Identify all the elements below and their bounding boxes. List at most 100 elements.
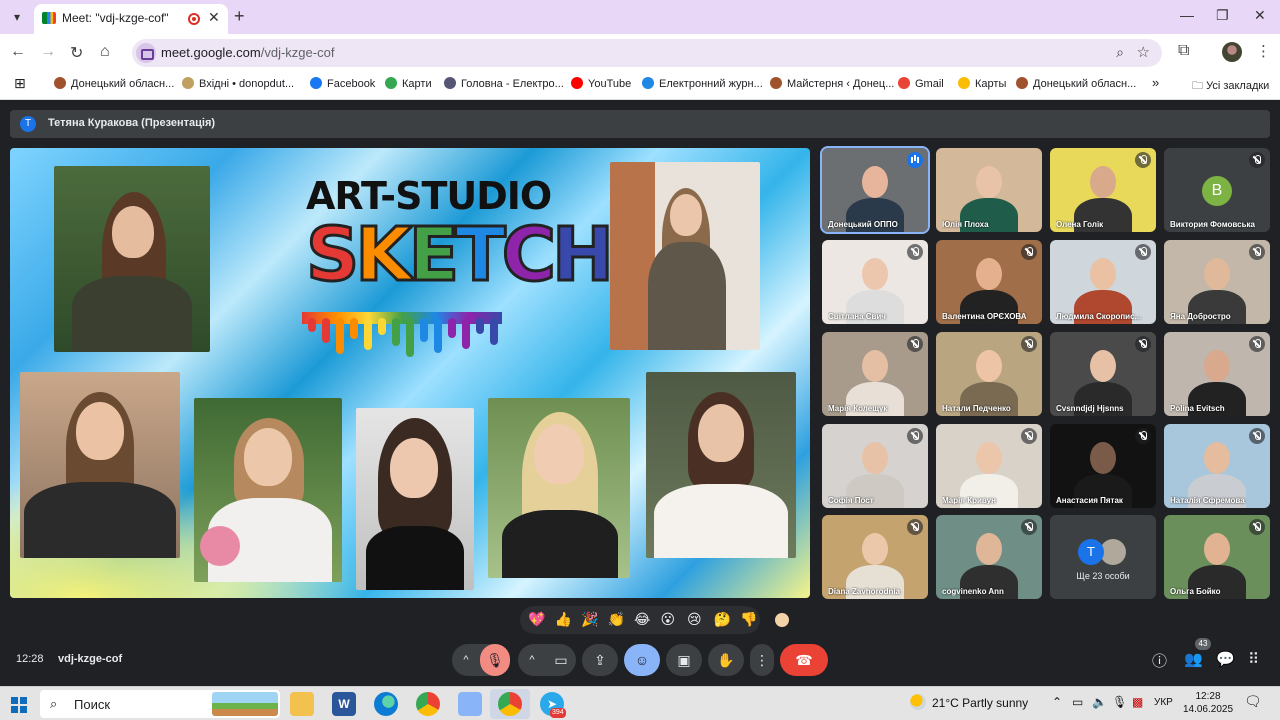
forward-icon[interactable]: → — [40, 43, 56, 61]
raise-hand-button[interactable]: ✋ — [708, 644, 744, 676]
word-icon[interactable]: W — [332, 692, 356, 716]
reaction-emoji[interactable]: 👏 — [608, 611, 625, 628]
reload-icon[interactable]: ↻ — [70, 43, 83, 63]
network-icon[interactable]: ▭ — [1072, 695, 1083, 709]
participant-tile[interactable]: Софія Пост — [822, 424, 928, 508]
profile-avatar[interactable] — [1222, 42, 1242, 62]
logo-letter: T — [454, 211, 508, 300]
reactions-button[interactable]: ☺ — [624, 644, 660, 676]
all-bookmarks-folder[interactable]: 🗀 Усі закладки — [1192, 77, 1269, 96]
participant-face — [976, 350, 1002, 382]
leave-call-button[interactable]: ☎ — [780, 644, 828, 676]
participant-tile[interactable]: В Виктория Фомовська — [1164, 148, 1270, 232]
tray-overflow-icon[interactable]: ⌃ — [1052, 695, 1062, 709]
chrome-active-icon[interactable] — [490, 689, 530, 719]
bookmark-item[interactable]: Головна - Електро... — [444, 77, 564, 90]
participant-tile[interactable]: Cvsnndjdj Hjsnns — [1050, 332, 1156, 416]
participant-tile[interactable]: Ольга Бойко — [1164, 515, 1270, 599]
activities-icon[interactable]: ⠿ — [1248, 650, 1259, 668]
participant-tile[interactable]: Юлія Плоха — [936, 148, 1042, 232]
chat-icon[interactable]: 💬 — [1216, 650, 1235, 668]
bookmark-item[interactable]: Карты — [958, 77, 1006, 90]
participant-tile[interactable]: Анастасия Пятак — [1050, 424, 1156, 508]
chrome-icon[interactable] — [416, 692, 440, 716]
taskbar-search[interactable]: ⌕ Поиск — [40, 690, 280, 718]
reaction-emoji[interactable]: 💖 — [528, 611, 545, 628]
extensions-icon[interactable]: ⧉ — [1178, 42, 1189, 60]
language-indicator[interactable]: УКР — [1154, 697, 1173, 708]
more-participants-tile[interactable]: Т Ще 23 особи — [1050, 515, 1156, 599]
close-window-icon[interactable]: ✕ — [1254, 7, 1266, 24]
mic-off-icon[interactable]: 🎙 — [480, 644, 510, 676]
participant-tile[interactable]: Світлана Євич — [822, 240, 928, 324]
windows-start-icon[interactable] — [11, 697, 27, 713]
home-icon[interactable]: ⌂ — [100, 43, 110, 61]
bookmark-item[interactable]: Вхідні • donopdut... — [182, 77, 294, 90]
participant-tile[interactable]: Diana Zavhorodnia — [822, 515, 928, 599]
participant-tile[interactable]: Polina Evitsch — [1164, 332, 1270, 416]
bookmark-item[interactable]: YouTube — [571, 77, 631, 90]
present-button[interactable]: ⇪ — [582, 644, 618, 676]
minimize-icon[interactable]: — — [1180, 7, 1194, 23]
new-tab-button[interactable]: + — [234, 6, 245, 27]
taskbar-clock[interactable]: 12:28 14.06.2025 — [1180, 690, 1236, 716]
participant-tile[interactable]: Натали Педченко — [936, 332, 1042, 416]
maximize-icon[interactable]: ❐ — [1216, 7, 1229, 24]
people-icon[interactable]: 👥 — [1184, 650, 1203, 668]
bookmark-item[interactable]: Майстерня ‹ Донец... — [770, 77, 894, 90]
zoom-icon[interactable]: ⌕ — [1116, 44, 1124, 61]
apps-grid-icon[interactable]: ⊞ — [14, 75, 26, 92]
participant-tile[interactable]: cogvinenko Ann — [936, 515, 1042, 599]
mic-tray-icon[interactable]: 🎙 — [1112, 695, 1127, 709]
bookmark-star-icon[interactable]: ☆ — [1137, 43, 1150, 61]
chevron-up-icon[interactable]: ^ — [518, 644, 546, 676]
info-icon[interactable]: ⓘ — [1152, 650, 1167, 671]
tab-meet[interactable]: Meet: "vdj-kzge-cof" ✕ — [34, 4, 228, 34]
bookmark-item[interactable]: Донецький обласн... — [54, 77, 174, 90]
present-screen-icon: ⇪ — [594, 652, 606, 668]
reaction-emoji[interactable]: 😢 — [687, 611, 702, 628]
participants-count: 43 — [1195, 638, 1211, 650]
notifications-icon[interactable]: 🗨 — [1244, 693, 1262, 710]
weather-widget[interactable]: 21°C Partly sunny — [910, 694, 1028, 710]
bookmark-item[interactable]: Електронний журн... — [642, 77, 763, 90]
participant-tile[interactable]: Олена Голік — [1050, 148, 1156, 232]
edge-icon[interactable] — [374, 692, 398, 716]
address-bar[interactable]: meet.google.com/vdj-kzge-cof ⌕ ☆ — [132, 39, 1162, 67]
close-tab-icon[interactable]: ✕ — [208, 9, 220, 26]
site-info-icon[interactable] — [136, 43, 156, 63]
file-explorer-icon[interactable] — [290, 692, 314, 716]
tab-search-button[interactable]: ▾ — [6, 6, 28, 28]
skin-tone-selector[interactable] — [775, 613, 789, 627]
browser-menu-icon[interactable]: ⋮ — [1256, 42, 1271, 60]
participant-tile[interactable]: Людмила Скоропис... — [1050, 240, 1156, 324]
app-icon[interactable] — [458, 692, 482, 716]
app-tray-icon[interactable]: ▩ — [1132, 695, 1143, 709]
reaction-emoji[interactable]: 👍 — [555, 611, 572, 628]
reaction-emoji[interactable]: 👎 — [740, 611, 757, 628]
bookmark-item[interactable]: Gmail — [898, 77, 944, 90]
participant-tile[interactable]: Яна Добростро — [1164, 240, 1270, 324]
back-icon[interactable]: ← — [10, 43, 26, 61]
participant-tile[interactable]: Марія Колещук — [822, 332, 928, 416]
reaction-emoji[interactable]: 😮 — [661, 611, 676, 628]
reaction-emoji[interactable]: 🤔 — [714, 611, 731, 628]
participant-tile[interactable]: Наталія Єфремова — [1164, 424, 1270, 508]
bookmark-item[interactable]: Карти — [385, 77, 432, 90]
camera-icon[interactable]: ▭ — [546, 644, 576, 676]
more-options-button[interactable]: ⋮ — [750, 644, 774, 676]
reaction-emoji[interactable]: 😂 — [634, 611, 650, 628]
more-bookmarks-icon[interactable]: » — [1152, 75, 1159, 90]
captions-button[interactable]: ▣ — [666, 644, 702, 676]
bookmark-item[interactable]: Facebook — [310, 77, 375, 90]
participant-tile[interactable]: Донецький ОППО — [820, 146, 930, 234]
participant-tile[interactable]: Марія Кривун — [936, 424, 1042, 508]
volume-icon[interactable]: 🔈 — [1092, 695, 1107, 709]
bookmark-favicon — [571, 77, 583, 89]
chevron-up-icon[interactable]: ^ — [452, 644, 480, 676]
mic-control[interactable]: ^ 🎙 — [452, 644, 510, 676]
camera-control[interactable]: ^ ▭ — [518, 644, 576, 676]
bookmark-item[interactable]: Донецький обласн... — [1016, 77, 1136, 90]
participant-tile[interactable]: Валентина ОРЄХОВА — [936, 240, 1042, 324]
reaction-emoji[interactable]: 🎉 — [581, 611, 598, 628]
